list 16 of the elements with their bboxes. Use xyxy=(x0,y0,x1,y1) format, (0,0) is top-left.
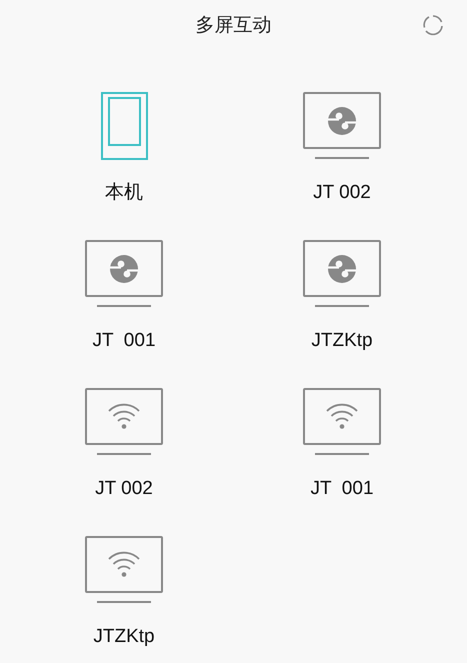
device-name: 本机 xyxy=(105,181,143,205)
refresh-icon[interactable] xyxy=(422,14,444,36)
device-name: JT 001 xyxy=(92,329,156,353)
tv-wifi-icon xyxy=(85,536,163,604)
device-name: JT 002 xyxy=(313,181,371,205)
tv-wifi-icon xyxy=(85,388,163,456)
device-name: JT 001 xyxy=(310,477,374,501)
screen-title: 多屏互动 xyxy=(196,13,272,38)
phone-icon xyxy=(100,92,148,160)
device-name: JT 002 xyxy=(95,477,153,501)
tv-cast-icon xyxy=(303,240,381,308)
device-name: JTZKtp xyxy=(311,329,373,353)
tv-wifi-icon xyxy=(303,388,381,456)
tv-cast-icon xyxy=(85,240,163,308)
tv-cast-icon xyxy=(303,92,381,160)
device-name: JTZKtp xyxy=(93,625,155,649)
